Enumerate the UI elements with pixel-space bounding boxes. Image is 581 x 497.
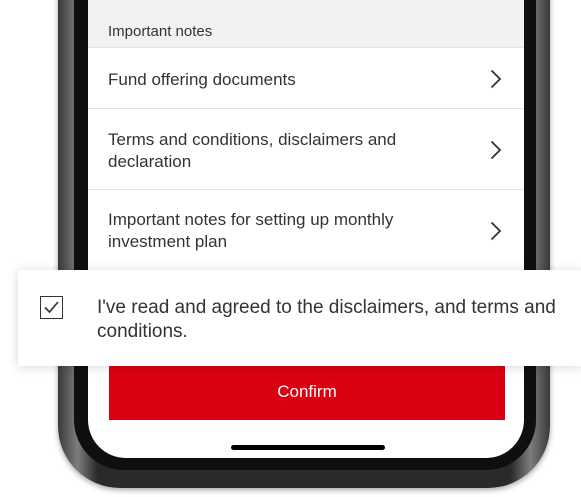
list-item-label: Terms and conditions, disclaimers and de… bbox=[108, 130, 397, 171]
agreement-text: I've read and agreed to the disclaimers,… bbox=[97, 297, 556, 342]
chevron-right-icon bbox=[490, 221, 502, 241]
chevron-right-icon bbox=[490, 69, 502, 89]
list-item-monthly-investment-plan-notes[interactable]: Important notes for setting up monthly i… bbox=[88, 190, 524, 271]
section-header: Important notes bbox=[88, 0, 524, 48]
list-item-label: Fund offering documents bbox=[108, 70, 296, 89]
chevron-right-icon bbox=[490, 140, 502, 160]
section-header-title: Important notes bbox=[108, 23, 213, 40]
agreement-checkbox[interactable] bbox=[40, 296, 63, 319]
list-item-fund-offering-documents[interactable]: Fund offering documents bbox=[88, 48, 524, 109]
list-item-label: Important notes for setting up monthly i… bbox=[108, 210, 394, 251]
agreement-card: I've read and agreed to the disclaimers,… bbox=[18, 270, 581, 366]
phone-screen: Important notes Fund offering documents … bbox=[88, 0, 524, 458]
confirm-button[interactable]: Confirm bbox=[109, 364, 505, 420]
stage: Important notes Fund offering documents … bbox=[0, 0, 581, 497]
list-item-terms-and-conditions[interactable]: Terms and conditions, disclaimers and de… bbox=[88, 109, 524, 190]
checkmark-icon bbox=[44, 301, 59, 314]
home-indicator bbox=[231, 445, 385, 450]
